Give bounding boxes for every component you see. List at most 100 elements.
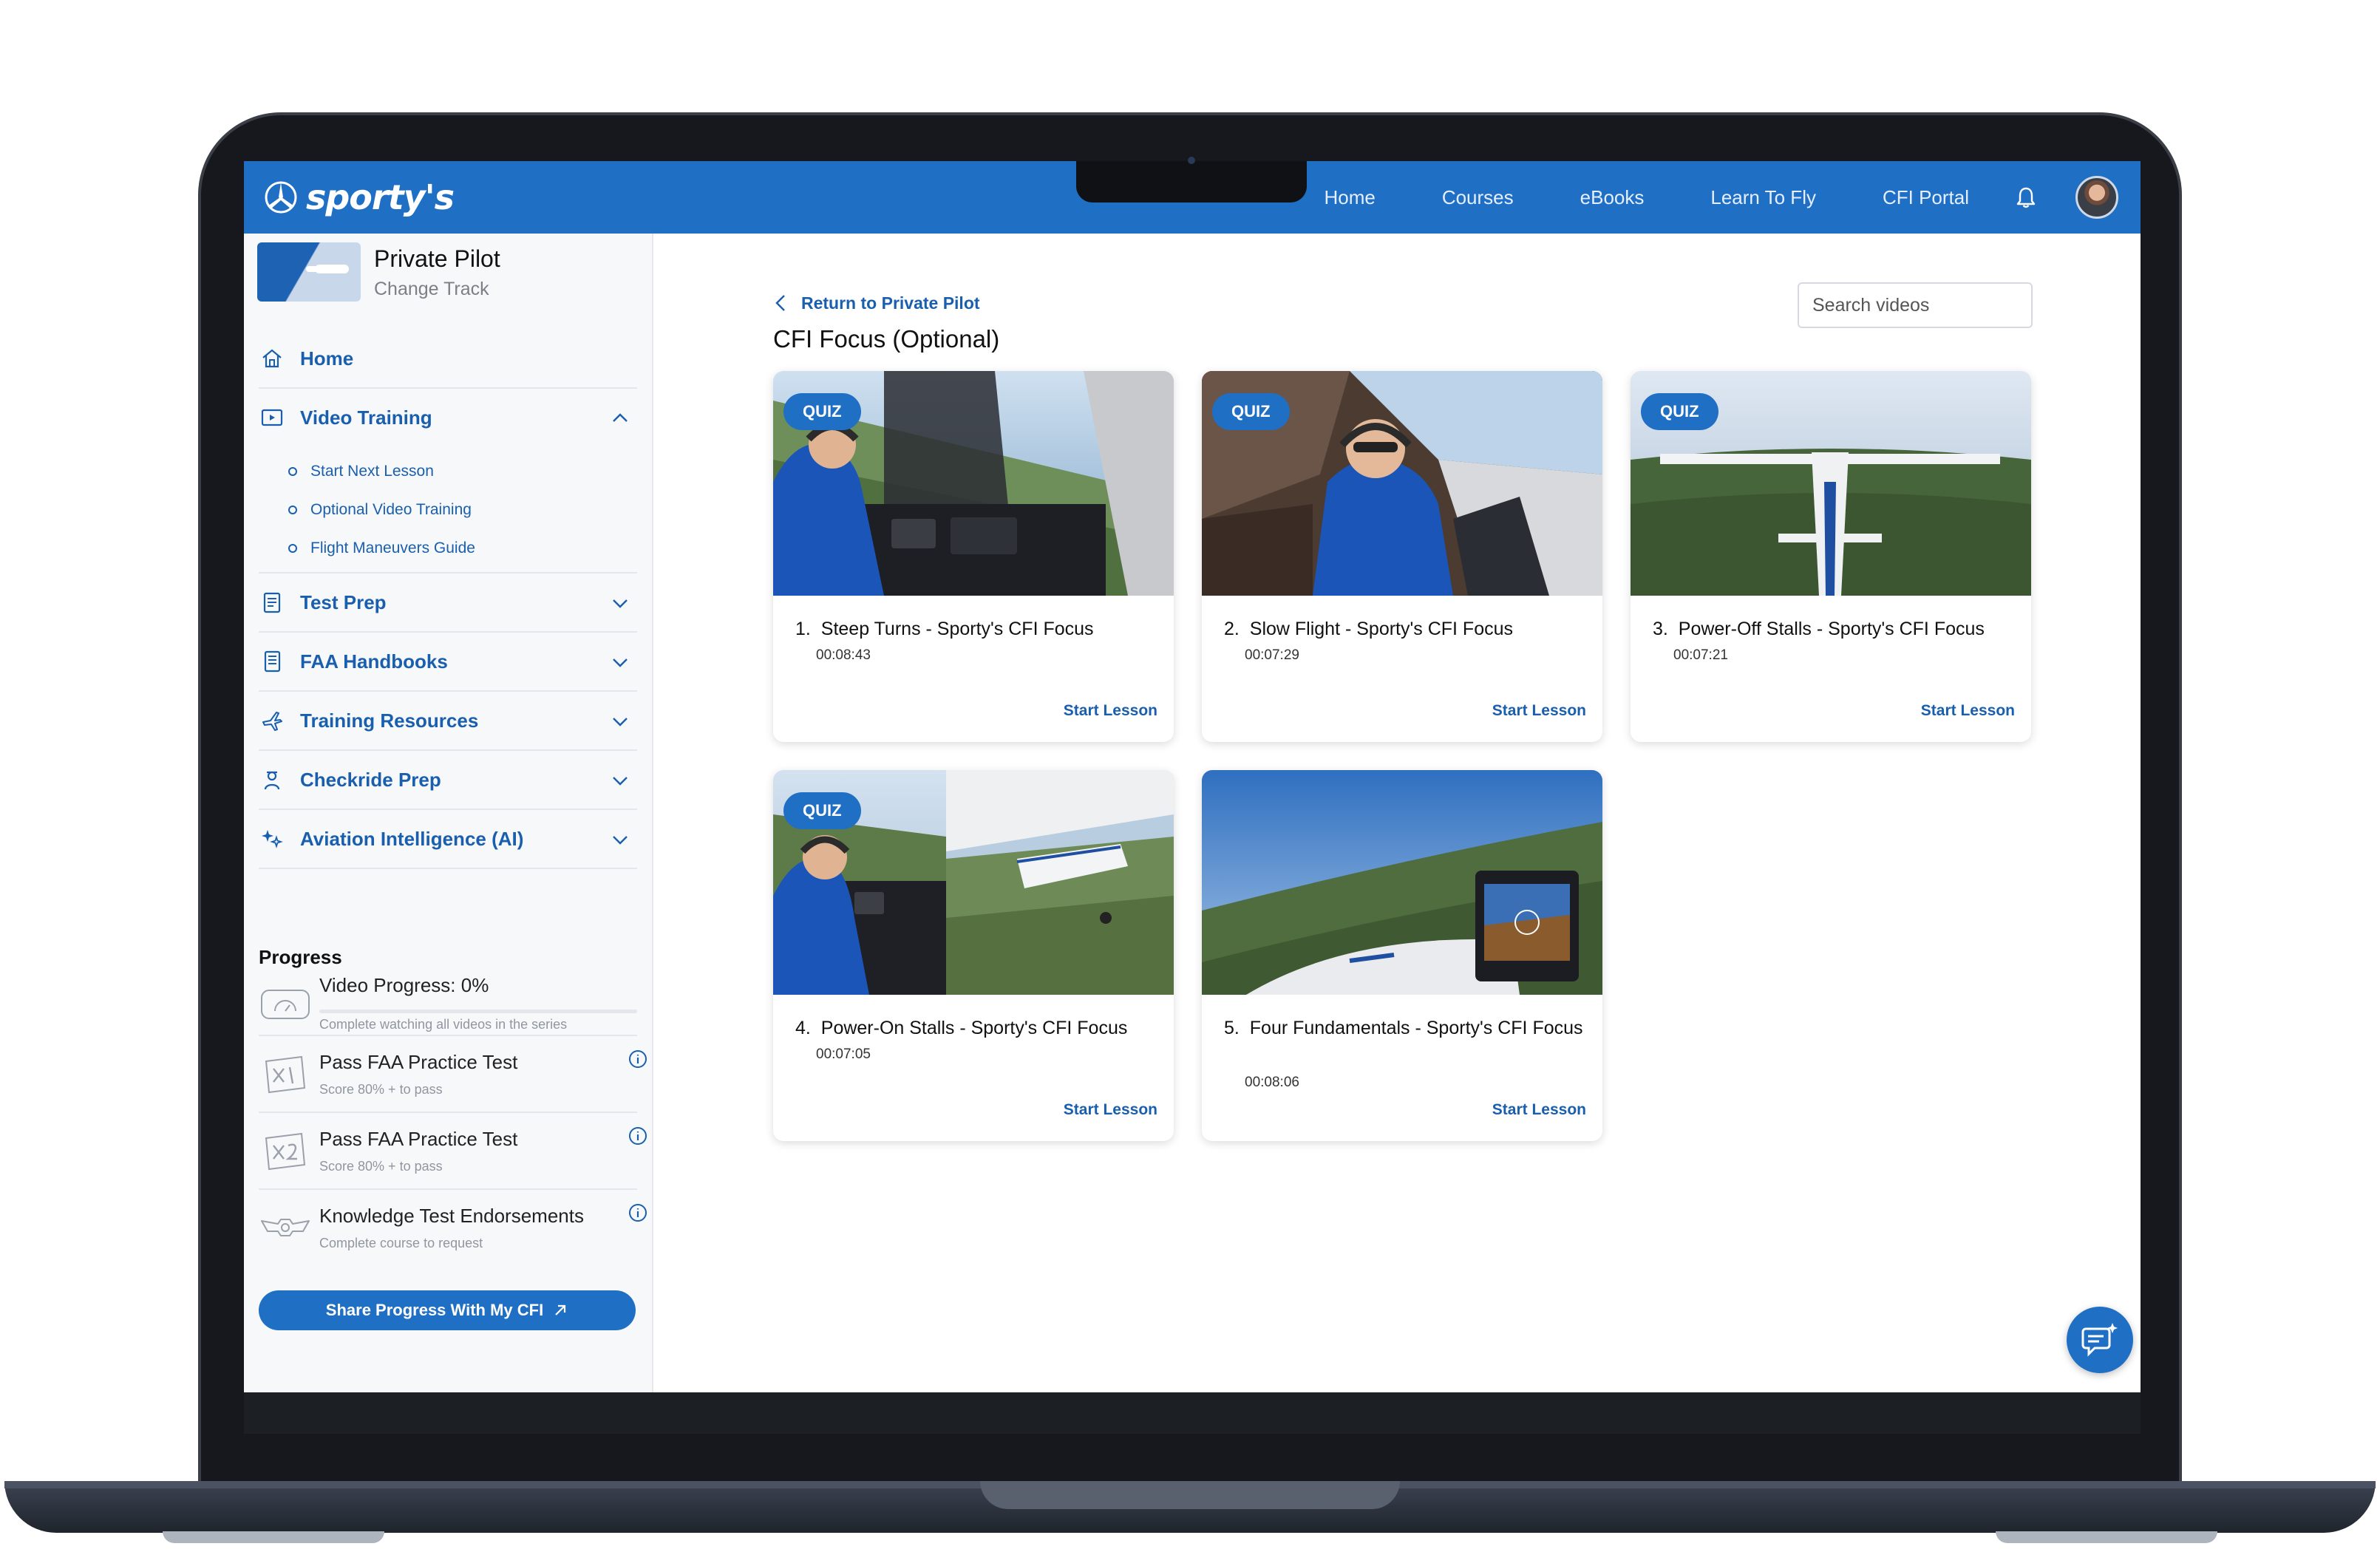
search-input[interactable] xyxy=(1798,282,2033,328)
gauge-icon xyxy=(261,990,310,1019)
share-progress-button[interactable]: Share Progress With My CFI xyxy=(259,1290,636,1330)
nav-home[interactable]: Home xyxy=(1324,186,1375,209)
sidebar-item-faa-handbooks[interactable]: FAA Handbooks xyxy=(259,633,637,692)
video-duration: 00:07:05 xyxy=(816,1046,871,1062)
sidebar-item-checkride-prep[interactable]: Checkride Prep xyxy=(259,751,637,810)
info-icon[interactable] xyxy=(628,1126,647,1146)
progress-heading: Progress xyxy=(259,946,342,968)
video-title: 1. Steep Turns - Sporty's CFI Focus xyxy=(795,615,1157,643)
course-thumbnail xyxy=(257,242,361,302)
external-link-icon xyxy=(555,1304,566,1316)
chevron-down-icon[interactable] xyxy=(609,769,631,792)
logo-text: sporty's xyxy=(306,177,455,217)
video-card[interactable]: QUIZ 2. Slow Flight - Sporty's CFI Focus… xyxy=(1202,371,1602,742)
chevron-down-icon[interactable] xyxy=(609,710,631,732)
nav-cfi-portal[interactable]: CFI Portal xyxy=(1883,186,1969,209)
video-card[interactable]: QUIZ 3. Power-Off Stalls - Sporty's CFI … xyxy=(1631,371,2031,742)
progress-title: Pass FAA Practice Test xyxy=(319,1051,518,1073)
submenu-flight-maneuvers-guide[interactable]: Flight Maneuvers Guide xyxy=(259,529,637,568)
start-lesson-link[interactable]: Start Lesson xyxy=(1921,702,2015,720)
submenu-label: Optional Video Training xyxy=(310,501,472,518)
nav-courses[interactable]: Courses xyxy=(1442,186,1514,209)
ai-chat-button[interactable] xyxy=(2067,1307,2133,1373)
sidebar: Private Pilot Change Track Home Video Tr… xyxy=(244,234,653,1392)
video-thumbnail[interactable]: QUIZ xyxy=(773,371,1174,596)
user-avatar[interactable] xyxy=(2075,176,2118,219)
sidebar-item-test-prep[interactable]: Test Prep xyxy=(259,574,637,633)
test-score-icon xyxy=(265,1055,306,1094)
video-card[interactable]: QUIZ 1. Steep Turns - Sporty's CFI Focus… xyxy=(773,371,1174,742)
video-number: 4. xyxy=(795,1018,811,1038)
propeller-logo-icon xyxy=(265,181,297,214)
sidebar-item-video-training[interactable]: Video Training xyxy=(259,389,637,446)
video-thumbnail[interactable] xyxy=(1202,770,1602,995)
progress-subtitle: Score 80% + to pass xyxy=(319,1159,443,1174)
return-link[interactable]: Return to Private Pilot xyxy=(773,293,980,313)
progress-title: Knowledge Test Endorsements xyxy=(319,1205,584,1227)
laptop-foot-left xyxy=(163,1531,384,1543)
progress-subtitle: Complete course to request xyxy=(319,1236,483,1250)
video-number: 3. xyxy=(1653,619,1668,639)
video-title: 5. Four Fundamentals - Sporty's CFI Focu… xyxy=(1224,1014,1586,1042)
quiz-badge: QUIZ xyxy=(1641,393,1718,430)
sidebar-item-home[interactable]: Home xyxy=(259,330,637,389)
progress-subtitle: Complete watching all videos in the seri… xyxy=(319,1017,568,1032)
sidebar-item-label: Training Resources xyxy=(300,709,479,732)
ai-sparkle-icon xyxy=(262,830,283,848)
video-thumbnail[interactable]: QUIZ xyxy=(773,770,1174,995)
return-link-label: Return to Private Pilot xyxy=(801,293,980,313)
track-title: Private Pilot xyxy=(374,245,500,272)
chevron-down-icon[interactable] xyxy=(609,828,631,851)
video-title: 2. Slow Flight - Sporty's CFI Focus xyxy=(1224,615,1586,643)
video-thumbnail[interactable]: QUIZ xyxy=(1202,371,1602,596)
video-progress-bar xyxy=(319,1010,637,1013)
video-number: 5. xyxy=(1224,1018,1240,1038)
bell-icon[interactable] xyxy=(2013,185,2039,210)
submenu-start-next-lesson[interactable]: Start Next Lesson xyxy=(259,452,637,491)
video-title-text: Steep Turns - Sporty's CFI Focus xyxy=(820,619,1094,639)
info-icon[interactable] xyxy=(628,1049,647,1069)
nav-ebooks[interactable]: eBooks xyxy=(1580,186,1645,209)
test-score-icon xyxy=(265,1132,306,1171)
video-title-text: Four Fundamentals - Sporty's CFI Focus xyxy=(1249,1018,1583,1038)
chevron-down-icon[interactable] xyxy=(609,651,631,673)
video-duration: 00:08:06 xyxy=(1245,1075,1299,1090)
progress-item-practice-test-2: Pass FAA Practice Test Score 80% + to pa… xyxy=(259,1113,647,1190)
video-duration: 00:07:21 xyxy=(1673,647,1728,663)
video-duration: 00:07:29 xyxy=(1245,647,1299,663)
submenu-optional-video-training[interactable]: Optional Video Training xyxy=(259,491,637,529)
video-title-text: Power-Off Stalls - Sporty's CFI Focus xyxy=(1678,619,1985,639)
change-track-link[interactable]: Change Track xyxy=(374,279,500,300)
progress-title: Video Progress: 0% xyxy=(319,974,489,996)
sidebar-item-training-resources[interactable]: Training Resources xyxy=(259,692,637,751)
sidebar-item-label: Video Training xyxy=(300,406,432,429)
sportys-logo[interactable]: sporty's xyxy=(260,176,455,219)
video-card[interactable]: 5. Four Fundamentals - Sporty's CFI Focu… xyxy=(1202,770,1602,1141)
course-track[interactable]: Private Pilot Change Track xyxy=(257,242,500,302)
quiz-badge: QUIZ xyxy=(783,792,861,829)
info-icon[interactable] xyxy=(628,1203,647,1222)
pilot-icon xyxy=(264,771,280,790)
video-title-text: Slow Flight - Sporty's CFI Focus xyxy=(1249,619,1514,639)
video-title: 3. Power-Off Stalls - Sporty's CFI Focus xyxy=(1653,615,2015,643)
start-lesson-link[interactable]: Start Lesson xyxy=(1064,702,1157,720)
start-lesson-link[interactable]: Start Lesson xyxy=(1064,1101,1157,1119)
wings-badge-icon xyxy=(261,1219,310,1236)
video-card[interactable]: QUIZ 4. Power-On Stalls - Sporty's CFI F… xyxy=(773,770,1174,1141)
sidebar-item-label: Home xyxy=(300,347,354,370)
nav-learn-to-fly[interactable]: Learn To Fly xyxy=(1710,186,1816,209)
chevron-down-icon[interactable] xyxy=(609,592,631,614)
video-title-text: Power-On Stalls - Sporty's CFI Focus xyxy=(820,1018,1128,1038)
nav-links: Home Courses eBooks Learn To Fly CFI Por… xyxy=(1324,161,2141,234)
share-button-label: Share Progress With My CFI xyxy=(325,1301,544,1319)
start-lesson-link[interactable]: Start Lesson xyxy=(1492,702,1586,720)
sidebar-item-aviation-intelligence[interactable]: Aviation Intelligence (AI) xyxy=(259,810,637,869)
progress-item-practice-test-1: Pass FAA Practice Test Score 80% + to pa… xyxy=(259,1036,647,1113)
video-thumbnail[interactable]: QUIZ xyxy=(1631,371,2031,596)
sidebar-item-label: Aviation Intelligence (AI) xyxy=(300,827,524,850)
start-lesson-link[interactable]: Start Lesson xyxy=(1492,1101,1586,1119)
quiz-badge: QUIZ xyxy=(1212,393,1290,430)
video-duration: 00:08:43 xyxy=(816,647,871,663)
chevron-left-icon xyxy=(775,295,785,311)
chevron-up-icon[interactable] xyxy=(609,407,631,429)
